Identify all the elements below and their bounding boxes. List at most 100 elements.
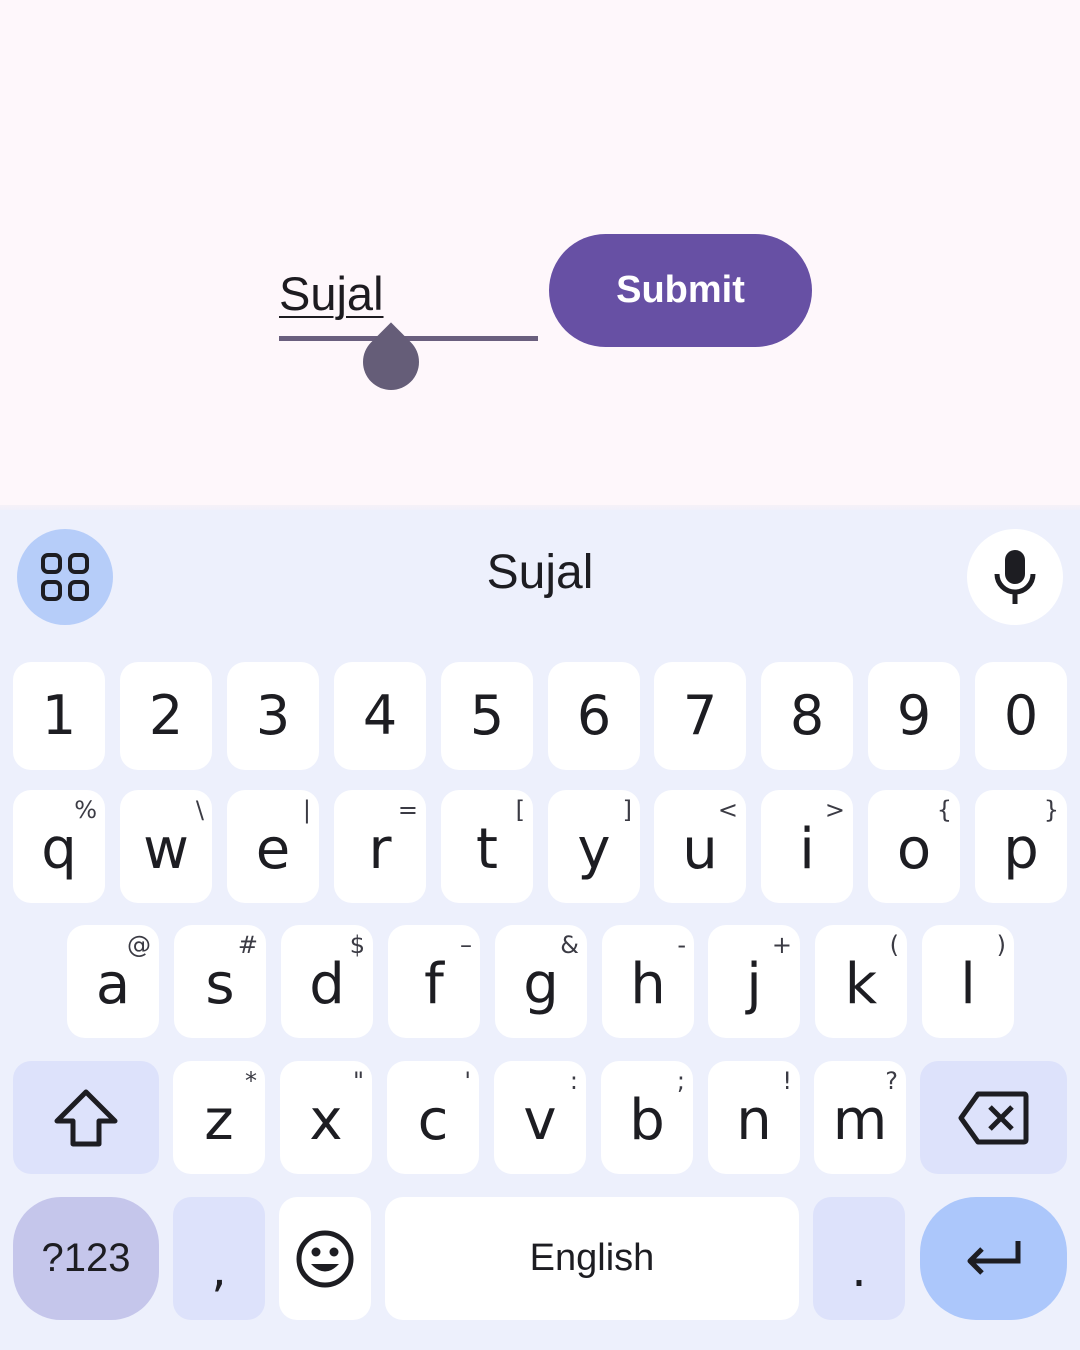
key-h-label: h: [630, 951, 666, 1017]
key-0-label: 0: [1003, 684, 1039, 747]
name-input-value[interactable]: Sujal: [279, 266, 384, 321]
key-k-hint: (: [889, 931, 899, 959]
key-x-hint: ": [352, 1067, 364, 1095]
key-f-label: f: [424, 951, 444, 1017]
apps-grid-button[interactable]: [17, 529, 113, 625]
key-s-label: s: [205, 951, 235, 1017]
suggestion-word[interactable]: Sujal: [380, 545, 700, 600]
key-a[interactable]: a @: [67, 925, 159, 1038]
key-q[interactable]: q%: [13, 790, 105, 903]
key-y-hint: ]: [622, 796, 632, 824]
key-o[interactable]: o{: [868, 790, 960, 903]
key-g-label: g: [523, 951, 559, 1017]
key-e-hint: |: [302, 796, 311, 824]
key-a-label: a: [95, 951, 131, 1017]
key-l-hint: ): [996, 931, 1006, 959]
key-v[interactable]: v:: [494, 1061, 586, 1174]
key-k[interactable]: k(: [815, 925, 907, 1038]
key-g[interactable]: g &: [495, 925, 587, 1038]
key-r[interactable]: r =: [334, 790, 426, 903]
key-n-hint: !: [782, 1067, 792, 1095]
key-2[interactable]: 2: [120, 662, 212, 770]
app-screen: Sujal Submit: [0, 0, 1080, 510]
key-r-label: r: [368, 816, 392, 882]
key-7[interactable]: 7: [654, 662, 746, 770]
key-v-label: v: [523, 1087, 557, 1153]
comma-key[interactable]: ,: [173, 1197, 265, 1320]
key-7-label: 7: [682, 684, 718, 747]
symbols-key[interactable]: ?123: [13, 1197, 159, 1320]
key-u-label: u: [682, 816, 718, 882]
key-b-label: b: [629, 1087, 665, 1153]
apps-grid-icon: [41, 553, 89, 601]
key-1[interactable]: 1: [13, 662, 105, 770]
key-w-label: w: [143, 816, 189, 882]
key-e-label: e: [255, 816, 291, 882]
key-6[interactable]: 6: [548, 662, 640, 770]
shift-key[interactable]: [13, 1061, 159, 1174]
key-b[interactable]: b;: [601, 1061, 693, 1174]
key-b-hint: ;: [676, 1067, 685, 1095]
key-i[interactable]: i >: [761, 790, 853, 903]
key-y[interactable]: y]: [548, 790, 640, 903]
key-n[interactable]: n!: [708, 1061, 800, 1174]
key-w[interactable]: w \: [120, 790, 212, 903]
key-q-label: q: [41, 816, 77, 882]
key-s-hint: #: [237, 931, 258, 959]
key-y-label: y: [577, 816, 611, 882]
key-d-hint: $: [349, 931, 365, 959]
key-c[interactable]: c ': [387, 1061, 479, 1174]
backspace-icon: [958, 1091, 1028, 1144]
enter-key[interactable]: [920, 1197, 1067, 1320]
key-l-label: l: [960, 951, 976, 1017]
shift-icon: [54, 1089, 118, 1146]
key-2-label: 2: [148, 684, 184, 747]
key-h[interactable]: h-: [602, 925, 694, 1038]
key-f-hint: –: [460, 931, 472, 959]
key-z-hint: *: [245, 1067, 257, 1095]
key-c-hint: ': [464, 1067, 471, 1095]
period-key[interactable]: .: [813, 1197, 905, 1320]
name-text-field[interactable]: Sujal: [279, 258, 538, 342]
key-x-label: x: [309, 1087, 343, 1153]
comma-key-label: ,: [211, 1241, 227, 1298]
key-8-label: 8: [789, 684, 825, 747]
key-u[interactable]: u <: [654, 790, 746, 903]
key-0[interactable]: 0: [975, 662, 1067, 770]
key-l[interactable]: l): [922, 925, 1014, 1038]
key-5[interactable]: 5: [441, 662, 533, 770]
key-e[interactable]: e |: [227, 790, 319, 903]
key-4[interactable]: 4: [334, 662, 426, 770]
emoji-key[interactable]: [279, 1197, 371, 1320]
key-t[interactable]: t[: [441, 790, 533, 903]
space-key-label: English: [529, 1237, 655, 1279]
key-o-hint: {: [936, 796, 952, 824]
key-1-label: 1: [41, 684, 77, 747]
key-t-label: t: [476, 816, 498, 882]
key-3[interactable]: 3: [227, 662, 319, 770]
key-j[interactable]: j +: [708, 925, 800, 1038]
key-c-label: c: [417, 1087, 449, 1153]
key-j-hint: +: [771, 931, 792, 959]
key-x[interactable]: x ": [280, 1061, 372, 1174]
voice-input-button[interactable]: [967, 529, 1063, 625]
key-p[interactable]: p}: [975, 790, 1067, 903]
key-5-label: 5: [469, 684, 505, 747]
key-p-hint: }: [1043, 796, 1059, 824]
key-3-label: 3: [255, 684, 291, 747]
key-i-hint: >: [824, 796, 845, 824]
backspace-key[interactable]: [920, 1061, 1067, 1174]
key-m[interactable]: m?: [814, 1061, 906, 1174]
key-s[interactable]: s #: [174, 925, 266, 1038]
key-u-hint: <: [717, 796, 738, 824]
key-z[interactable]: z *: [173, 1061, 265, 1174]
key-9[interactable]: 9: [868, 662, 960, 770]
space-key[interactable]: English: [385, 1197, 799, 1320]
key-8[interactable]: 8: [761, 662, 853, 770]
key-m-label: m: [832, 1087, 888, 1153]
key-k-label: k: [844, 951, 878, 1017]
key-d[interactable]: d $: [281, 925, 373, 1038]
key-n-label: n: [736, 1087, 772, 1153]
key-f[interactable]: f –: [388, 925, 480, 1038]
submit-button[interactable]: Submit: [549, 234, 812, 347]
